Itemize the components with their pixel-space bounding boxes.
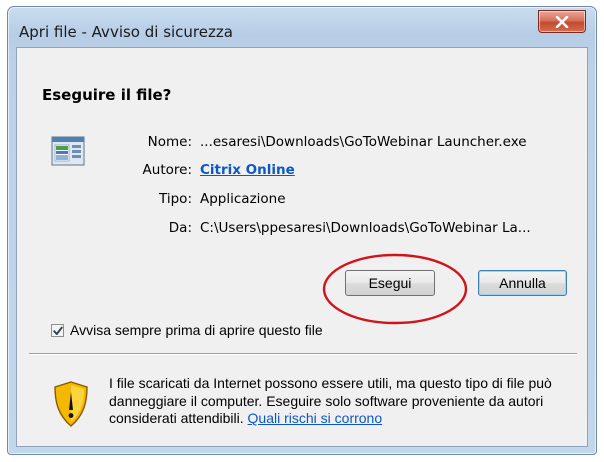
- cancel-button[interactable]: Annulla: [478, 270, 567, 296]
- name-label: Nome:: [147, 134, 192, 150]
- close-button[interactable]: [538, 10, 586, 33]
- always-warn-checkbox[interactable]: [51, 324, 64, 337]
- window-title: Apri file - Avviso di sicurezza: [19, 23, 233, 41]
- title-bar[interactable]: Apri file - Avviso di sicurezza: [8, 7, 596, 47]
- check-icon: [53, 326, 63, 335]
- security-warning-dialog: Apri file - Avviso di sicurezza Eseguire…: [7, 6, 597, 455]
- application-file-icon: [51, 136, 85, 166]
- risks-link[interactable]: Quali rischi si corrono: [248, 410, 383, 426]
- author-label: Autore:: [142, 162, 192, 178]
- security-warning-shield-icon: [54, 381, 88, 427]
- type-value: Applicazione: [200, 191, 286, 207]
- type-label: Tipo:: [159, 191, 192, 207]
- author-link[interactable]: Citrix Online: [200, 162, 295, 178]
- always-warn-label[interactable]: Avvisa sempre prima di aprire questo fil…: [70, 322, 323, 338]
- dialog-content: Eseguire il file? Nome: ...esaresi\Downl…: [16, 47, 588, 447]
- security-warning-text: I file scaricati da Internet possono ess…: [109, 375, 579, 428]
- close-icon: [555, 16, 569, 28]
- highlight-circle-annotation: [322, 253, 468, 325]
- divider: [29, 353, 577, 355]
- name-value: ...esaresi\Downloads\GoToWebinar Launche…: [200, 134, 527, 150]
- from-label: Da:: [168, 220, 192, 236]
- from-value: C:\Users\ppesaresi\Downloads\GoToWebinar…: [200, 220, 531, 236]
- dialog-heading: Eseguire il file?: [42, 86, 172, 104]
